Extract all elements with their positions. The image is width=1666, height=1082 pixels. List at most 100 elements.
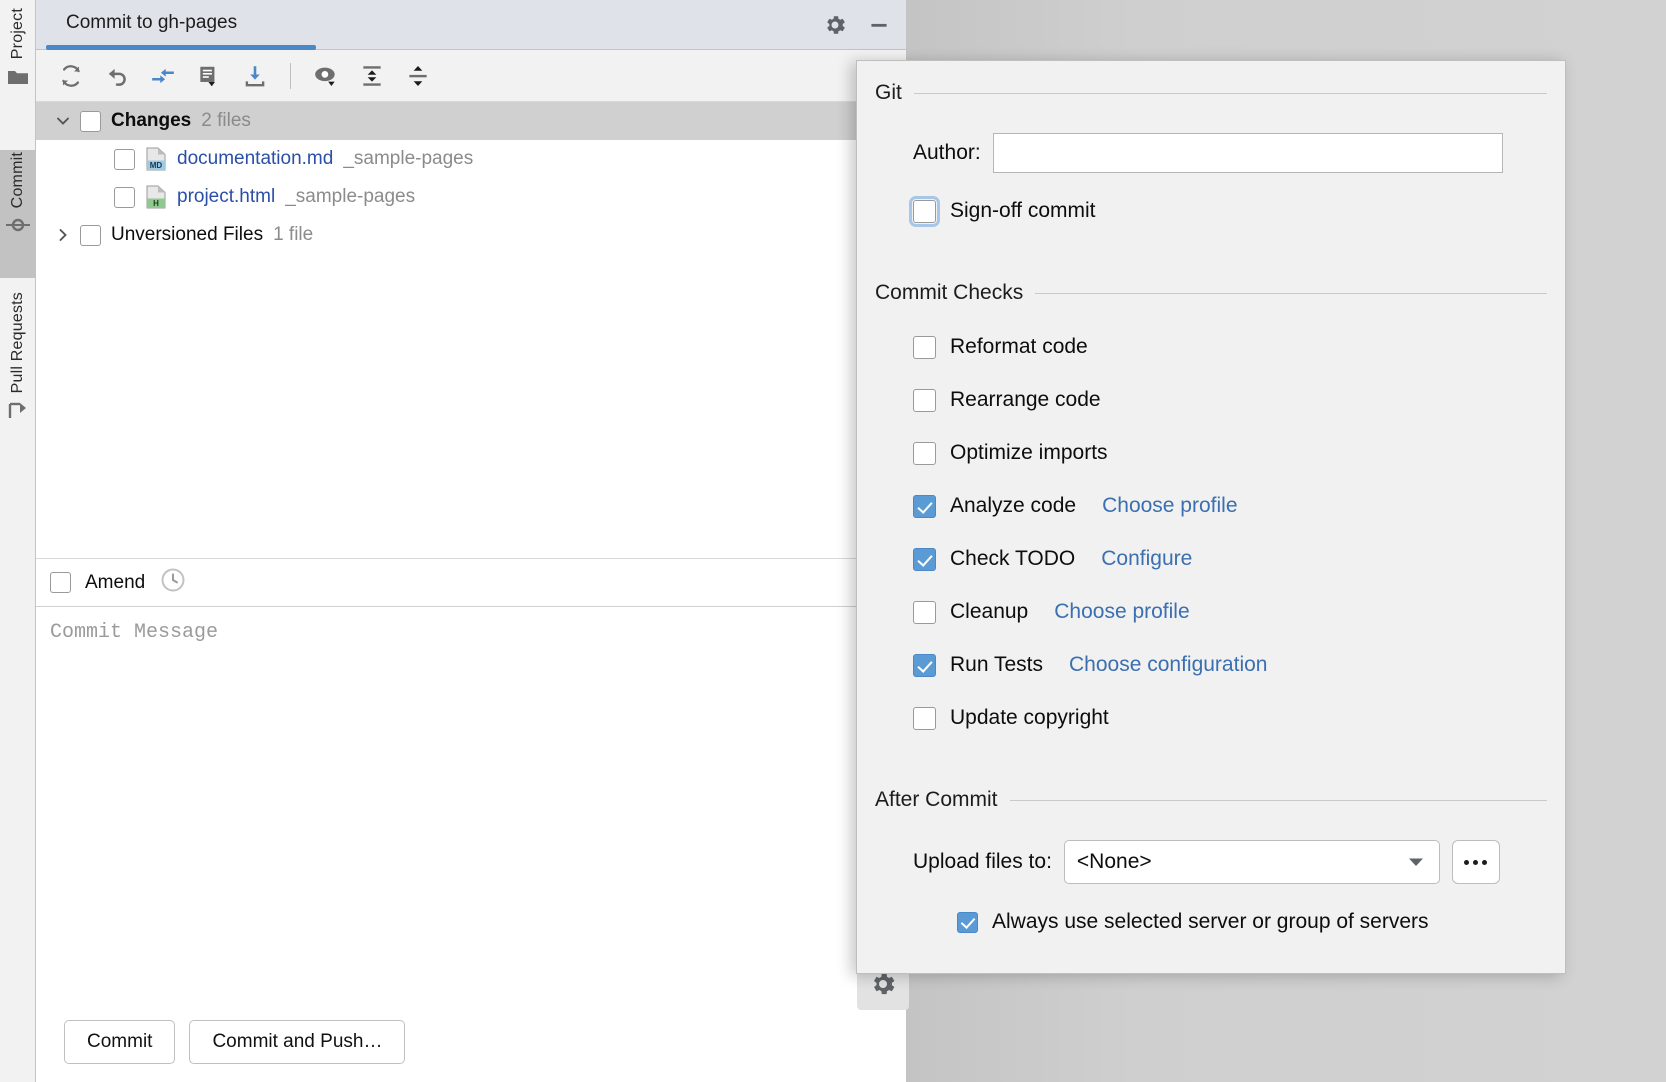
preview-diff-icon[interactable]: [305, 56, 347, 96]
file-path-label: _sample-pages: [285, 186, 416, 207]
clock-icon[interactable]: [159, 566, 187, 599]
amend-checkbox[interactable]: [50, 572, 71, 593]
reformat-code-checkbox[interactable]: [913, 335, 936, 359]
cleanup-label: Cleanup: [950, 600, 1029, 623]
commit-and-push-button[interactable]: Commit and Push…: [189, 1020, 406, 1064]
refresh-icon[interactable]: [50, 56, 92, 96]
file-name-link[interactable]: project.html: [177, 186, 275, 208]
comment-icon[interactable]: [188, 56, 230, 96]
always-use-server-checkbox[interactable]: [957, 911, 978, 933]
pull-request-icon: [7, 401, 29, 426]
check-row-rearrange-code[interactable]: Rearrange code: [857, 388, 1565, 412]
file-checkbox-project[interactable]: [114, 186, 135, 208]
commit-settings-popup: Git Author: Sign-off commit Commit Check…: [856, 60, 1566, 974]
changes-group-label: Changes: [111, 110, 192, 131]
expand-all-icon[interactable]: [351, 56, 393, 96]
rollback-icon[interactable]: [96, 56, 138, 96]
sidebar-item-commit[interactable]: Commit: [0, 150, 36, 278]
check-row-optimize-imports[interactable]: Optimize imports: [857, 441, 1565, 465]
commit-checks-section-title: Commit Checks: [875, 281, 1024, 304]
left-tool-strip: Project Commit Pull Requests: [0, 0, 36, 1082]
rearrange-code-checkbox[interactable]: [913, 388, 936, 412]
commit-message-area[interactable]: Commit Message: [36, 606, 906, 946]
upload-files-to-label: Upload files to:: [913, 850, 1052, 873]
after-commit-section-title: After Commit: [875, 788, 998, 811]
shelve-icon[interactable]: [234, 56, 276, 96]
upload-server-more-button[interactable]: [1451, 840, 1500, 884]
analyze-code-checkbox[interactable]: [913, 494, 936, 518]
move-to-another-changelist-icon[interactable]: [142, 56, 184, 96]
optimize-imports-label: Optimize imports: [950, 441, 1108, 464]
amend-label: Amend: [85, 571, 146, 593]
folder-icon: [7, 67, 29, 92]
check-todo-checkbox[interactable]: [913, 547, 936, 571]
update-copyright-label: Update copyright: [950, 706, 1109, 729]
check-row-check-todo[interactable]: Check TODO Configure: [857, 547, 1565, 571]
chevron-down-icon[interactable]: [46, 113, 80, 129]
commit-tool-window: Commit to gh-pages Changes 2 files MD do…: [36, 0, 906, 1082]
changes-group-checkbox[interactable]: [80, 110, 101, 132]
sidebar-item-pull-requests-label: Pull Requests: [9, 292, 26, 394]
sign-off-commit-checkbox[interactable]: [909, 195, 940, 227]
run-tests-choose-configuration-link[interactable]: Choose configuration: [1069, 653, 1267, 677]
analyze-code-label: Analyze code: [950, 494, 1077, 517]
check-row-reformat-code[interactable]: Reformat code: [857, 335, 1565, 359]
minimize-icon[interactable]: [864, 10, 894, 40]
commit-button[interactable]: Commit: [64, 1020, 176, 1064]
chevron-right-icon[interactable]: [46, 227, 80, 243]
table-row[interactable]: H project.html _sample-pages: [36, 178, 906, 216]
tree-row[interactable]: Changes 2 files: [36, 102, 906, 140]
dot: [1482, 859, 1488, 865]
commit-window-header-icons: [820, 10, 894, 40]
check-todo-configure-link[interactable]: Configure: [1101, 547, 1192, 571]
sign-off-commit-label: Sign-off commit: [950, 199, 1096, 222]
file-path-label: _sample-pages: [343, 148, 474, 169]
check-row-cleanup[interactable]: Cleanup Choose profile: [857, 600, 1565, 624]
gear-icon[interactable]: [820, 10, 850, 40]
commit-message-placeholder: Commit Message: [50, 621, 219, 644]
always-use-server-label: Always use selected server or group of s…: [992, 910, 1429, 933]
collapse-all-icon[interactable]: [397, 56, 439, 96]
after-commit-section-header: After Commit: [857, 788, 1565, 812]
cleanup-checkbox[interactable]: [913, 600, 936, 624]
upload-server-dropdown[interactable]: <None>: [1063, 840, 1440, 884]
sidebar-item-project-label: Project: [9, 8, 26, 60]
check-row-analyze-code[interactable]: Analyze code Choose profile: [857, 494, 1565, 518]
check-row-run-tests[interactable]: Run Tests Choose configuration: [857, 653, 1565, 677]
svg-text:H: H: [153, 199, 159, 208]
analyze-code-choose-profile-link[interactable]: Choose profile: [1102, 494, 1237, 518]
section-divider: [1009, 799, 1547, 801]
run-tests-label: Run Tests: [950, 653, 1043, 676]
update-copyright-checkbox[interactable]: [913, 706, 936, 730]
unversioned-group-count: 1 file: [273, 224, 314, 245]
toolbar-separator: [290, 62, 291, 89]
dot: [1464, 859, 1470, 865]
unversioned-group-label: Unversioned Files: [111, 224, 264, 245]
run-tests-checkbox[interactable]: [913, 653, 936, 677]
chevron-down-icon: [1407, 850, 1425, 874]
changes-group-count: 2 files: [201, 110, 251, 131]
check-row-update-copyright[interactable]: Update copyright: [857, 706, 1565, 730]
commit-window-header: Commit to gh-pages: [36, 0, 906, 50]
file-checkbox-documentation[interactable]: [114, 148, 135, 170]
cleanup-choose-profile-link[interactable]: Choose profile: [1054, 600, 1189, 624]
sidebar-item-pull-requests[interactable]: Pull Requests: [0, 290, 36, 480]
upload-files-to-row: Upload files to: <None>: [857, 840, 1565, 884]
sign-off-commit-row[interactable]: Sign-off commit: [857, 195, 1565, 227]
commit-node-icon: [6, 216, 30, 239]
file-name-link[interactable]: documentation.md: [177, 148, 333, 170]
upload-server-value: <None>: [1076, 850, 1152, 873]
table-row[interactable]: MD documentation.md _sample-pages: [36, 140, 906, 178]
changes-tree: Changes 2 files MD documentation.md _sam…: [36, 102, 906, 558]
sidebar-item-project[interactable]: Project: [0, 6, 36, 126]
commit-buttons-bar: Commit Commit and Push…: [36, 1002, 906, 1082]
tree-row[interactable]: Unversioned Files 1 file: [36, 216, 906, 254]
author-field[interactable]: [992, 133, 1503, 173]
optimize-imports-checkbox[interactable]: [913, 441, 936, 465]
always-use-server-row[interactable]: Always use selected server or group of s…: [857, 910, 1565, 934]
unversioned-group-checkbox[interactable]: [80, 224, 101, 246]
svg-text:MD: MD: [150, 161, 163, 170]
amend-bar: Amend: [36, 558, 906, 606]
commit-checks-section-header: Commit Checks: [857, 281, 1565, 305]
markdown-file-icon: MD: [145, 147, 167, 171]
